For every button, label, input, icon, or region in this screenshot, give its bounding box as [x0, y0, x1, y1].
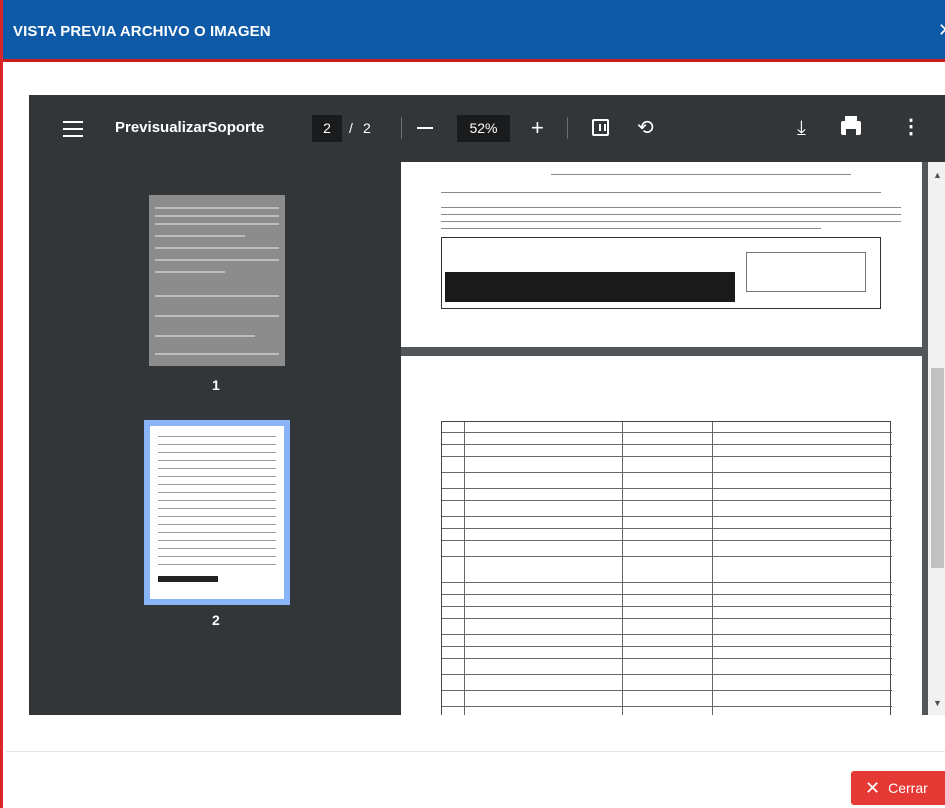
document-page [401, 356, 922, 715]
page-separator: / [349, 120, 353, 136]
close-x-icon[interactable]: ✕ [938, 20, 945, 41]
pdf-toolbar: PrevisualizarSoporte 2 / 2 52% + ⟲ ⤓ ⋮ [29, 95, 945, 162]
preview-modal: VISTA PREVIA ARCHIVO O IMAGEN ✕ Previsua… [0, 0, 945, 808]
scroll-thumb[interactable] [931, 368, 944, 568]
close-button[interactable]: ✕ Cerrar [851, 771, 945, 805]
pdf-viewer: PrevisualizarSoporte 2 / 2 52% + ⟲ ⤓ ⋮ 1… [29, 95, 945, 715]
page-total: 2 [363, 120, 371, 136]
thumbnail-label: 2 [212, 612, 220, 628]
document-view[interactable]: ▲ ▼ [401, 162, 945, 715]
close-icon: ✕ [865, 778, 881, 798]
page-thumbnail-1[interactable] [149, 195, 285, 366]
thumbnail-label: 1 [212, 377, 220, 393]
modal-header: VISTA PREVIA ARCHIVO O IMAGEN ✕ [3, 0, 945, 62]
page-number-input[interactable]: 2 [312, 115, 342, 142]
toolbar-divider [567, 117, 568, 139]
modal-title: VISTA PREVIA ARCHIVO O IMAGEN [13, 23, 271, 40]
vertical-scrollbar[interactable]: ▲ ▼ [928, 162, 945, 715]
close-button-label: Cerrar [888, 780, 928, 796]
page-thumbnail-2[interactable] [150, 426, 284, 599]
document-title: PrevisualizarSoporte [115, 119, 265, 136]
toolbar-divider [401, 117, 402, 139]
more-vert-icon[interactable]: ⋮ [901, 117, 921, 137]
scroll-down-icon[interactable]: ▼ [933, 698, 942, 708]
rotate-icon[interactable]: ⟲ [637, 115, 654, 140]
thumbnail-sidebar: 1 2 [29, 162, 401, 715]
footer-divider [6, 751, 945, 752]
print-icon[interactable] [841, 116, 861, 135]
minus-icon[interactable] [417, 127, 433, 129]
download-icon[interactable]: ⤓ [797, 117, 806, 140]
document-page [401, 162, 922, 347]
plus-icon[interactable]: + [531, 117, 544, 139]
scroll-up-icon[interactable]: ▲ [933, 170, 942, 180]
zoom-input[interactable]: 52% [457, 115, 510, 142]
fit-page-icon[interactable] [592, 119, 609, 136]
hamburger-icon[interactable] [63, 121, 83, 137]
